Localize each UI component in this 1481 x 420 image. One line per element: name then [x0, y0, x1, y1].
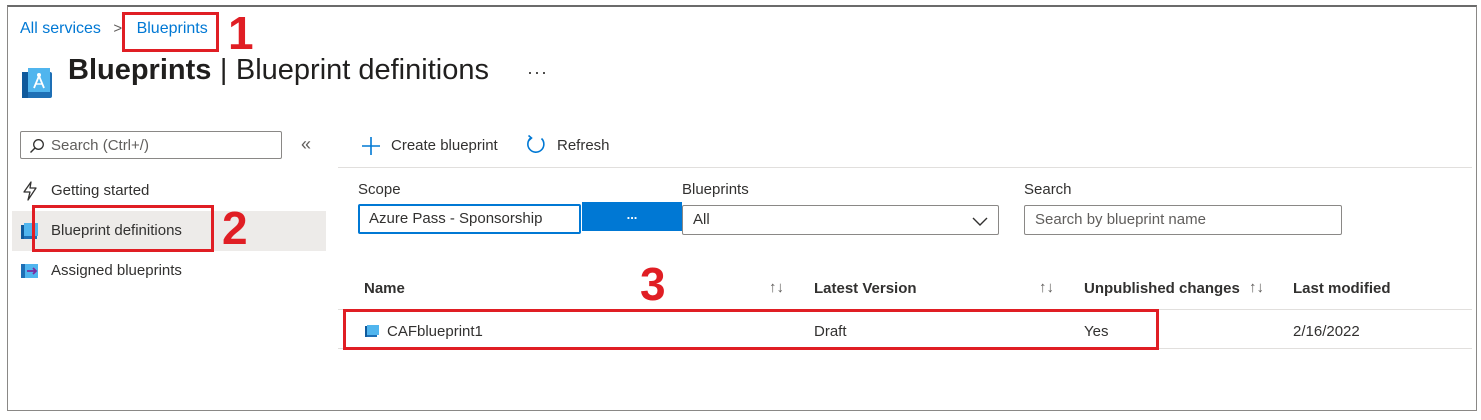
column-header-unpublished-changes[interactable]: Unpublished changes	[1084, 280, 1240, 297]
breadcrumb-all-services[interactable]: All services	[20, 20, 101, 37]
refresh-label: Refresh	[557, 137, 610, 154]
annotation-box-2	[32, 205, 214, 252]
blueprints-logo-icon	[20, 64, 56, 100]
page-title-separator: |	[219, 54, 228, 86]
scope-picker-label: ...	[626, 207, 638, 222]
lightning-icon	[22, 181, 38, 206]
annotation-number-2: 2	[222, 202, 248, 254]
blueprint-search-placeholder: Search by blueprint name	[1035, 211, 1206, 228]
search-label: Search	[1024, 181, 1072, 198]
row-last-modified: 2/16/2022	[1293, 323, 1360, 340]
page-title-primary: Blueprints	[68, 54, 212, 86]
scope-value: Azure Pass - Sponsorship	[369, 210, 543, 227]
annotation-number-3: 3	[640, 258, 666, 310]
scope-picker-button[interactable]: ...	[582, 202, 682, 231]
create-blueprint-label: Create blueprint	[391, 137, 498, 154]
column-header-last-modified[interactable]: Last modified	[1293, 280, 1391, 297]
collapse-nav-button[interactable]: «	[301, 134, 311, 155]
scope-label: Scope	[358, 181, 401, 198]
page-title-secondary: Blueprint definitions	[235, 54, 489, 86]
sort-latest-version-icon[interactable]: ↑↓	[1039, 279, 1054, 296]
nav-item-label: Getting started	[51, 182, 150, 199]
more-options-button[interactable]: ···	[527, 62, 548, 83]
chevron-down-icon	[971, 214, 989, 231]
search-icon	[29, 138, 45, 159]
column-header-name[interactable]: Name	[364, 280, 405, 297]
sort-unpublished-changes-icon[interactable]: ↑↓	[1249, 279, 1264, 296]
blueprint-search-input[interactable]: Search by blueprint name	[1024, 205, 1342, 235]
breadcrumb-separator: >	[113, 20, 123, 37]
plus-icon	[360, 135, 382, 161]
refresh-icon	[525, 134, 547, 160]
annotation-box-3	[343, 309, 1159, 350]
annotation-box-1	[122, 12, 219, 52]
sort-name-icon[interactable]: ↑↓	[769, 279, 784, 296]
nav-item-assigned-blueprints[interactable]: Assigned blueprints	[12, 251, 326, 291]
nav-search-input[interactable]: Search (Ctrl+/)	[20, 131, 282, 159]
assigned-blueprints-icon	[20, 262, 40, 285]
nav-search-placeholder: Search (Ctrl+/)	[51, 137, 149, 154]
page-title: Blueprints | Blueprint definitions	[68, 54, 489, 87]
blueprints-filter-dropdown[interactable]: All	[682, 205, 999, 235]
annotation-number-1: 1	[228, 7, 254, 59]
blueprints-filter-value: All	[693, 211, 710, 228]
create-blueprint-button[interactable]: Create blueprint	[360, 134, 510, 160]
blueprints-filter-label: Blueprints	[682, 181, 749, 198]
scope-field[interactable]: Azure Pass - Sponsorship	[358, 204, 581, 234]
toolbar-divider	[338, 167, 1472, 168]
column-header-latest-version[interactable]: Latest Version	[814, 280, 917, 297]
refresh-button[interactable]: Refresh	[525, 134, 615, 160]
nav-item-label: Assigned blueprints	[51, 262, 182, 279]
